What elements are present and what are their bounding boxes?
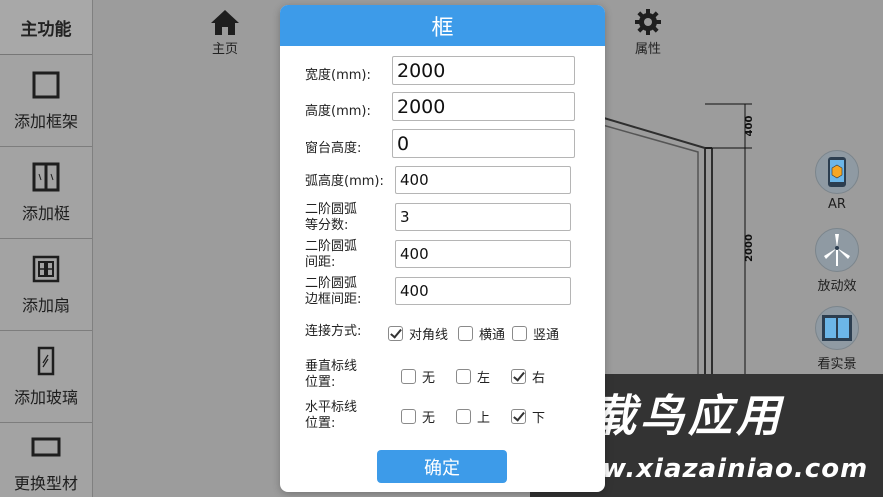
checkbox-checked-icon [511,369,526,384]
sidebar-title: 主功能 [0,0,92,55]
height-input[interactable]: 2000 [392,92,575,121]
sidebar-item-add-frame[interactable]: 添加框架 [0,55,92,147]
vertical-dim-row: 垂直标线 位置: [305,359,357,391]
width-label: 宽度(mm): [305,68,371,83]
height-row: 高度(mm): [305,98,371,126]
arc-height-label: 弧高度(mm): [305,174,384,189]
realview-label: 看实景 [817,357,857,372]
mullion-icon [32,162,60,191]
toolbar-home-label: 主页 [211,42,238,57]
horizontal-dim-row: 水平标线 位置: [305,400,357,432]
frame-dialog: 框 宽度(mm): 2000 高度(mm): 2000 窗台高度: 0 弧高度(… [280,5,605,492]
ar-icon [815,150,859,194]
windmill-icon [815,228,859,272]
arc-divisions-label-1: 二阶圆弧 [305,202,358,217]
dim-label-top: 400 [744,116,755,137]
confirm-button[interactable]: 确定 [377,450,507,483]
connection-diagonal-checkbox[interactable]: 对角线 [388,324,448,343]
arc-spacing-label-2: 间距: [305,255,336,270]
checkbox-icon [401,369,416,384]
checkbox-icon [458,326,473,341]
vertical-dim-left-checkbox[interactable]: 左 [456,367,490,386]
sidebar-item-label: 添加扇 [21,295,70,315]
checkbox-icon [456,409,471,424]
checkbox-label: 横通 [479,328,506,343]
toolbar-home-button[interactable]: 主页 [210,8,240,57]
arc-frame-spacing-label-2: 边框间距: [305,292,362,307]
dialog-title: 框 [280,5,605,46]
sill-row: 窗台高度: [305,135,361,163]
sidebar-item-label: 添加玻璃 [13,387,78,407]
connection-row: 连接方式: [305,323,361,341]
arc-spacing-label-1: 二阶圆弧 [305,239,358,254]
checkbox-checked-icon [511,409,526,424]
checkbox-label: 上 [477,411,491,426]
arc-frame-spacing-label-1: 二阶圆弧 [305,276,358,291]
width-input[interactable]: 2000 [392,56,575,85]
home-icon [211,10,239,35]
checkbox-label: 竖通 [533,328,560,343]
sidebar-item-label: 更换型材 [13,473,78,493]
sidebar-item-add-glass[interactable]: 添加玻璃 [0,331,92,423]
checkbox-label: 右 [532,371,546,386]
checkbox-icon [456,369,471,384]
horizontal-dim-bottom-checkbox[interactable]: 下 [511,407,545,426]
connection-label: 连接方式: [305,324,362,339]
ar-label: AR [828,197,846,212]
width-row: 宽度(mm): [305,62,371,90]
realview-button[interactable]: 看实景 [815,306,859,372]
checkbox-checked-icon [388,326,403,341]
checkbox-label: 下 [532,411,546,426]
toolbar-properties-label: 属性 [634,42,661,57]
vertical-dim-label-1: 垂直标线 [305,359,358,374]
sill-height-input[interactable]: 0 [392,129,575,158]
checkbox-icon [401,409,416,424]
sidebar-item-label: 添加梃 [21,203,70,223]
height-label: 高度(mm): [305,104,371,119]
sidebar-item-add-mullion[interactable]: 添加梃 [0,147,92,239]
window-view-icon [815,306,859,350]
gear-icon [635,9,661,35]
arc-height-row: 弧高度(mm): [305,168,384,196]
toolbar-properties-button[interactable]: 属性 [634,8,662,57]
connection-horizontal-checkbox[interactable]: 横通 [458,324,505,343]
horizontal-dim-top-checkbox[interactable]: 上 [456,407,490,426]
ar-button[interactable]: AR [815,150,859,212]
arc-divisions-label-2: 等分数: [305,218,349,233]
checkbox-label: 左 [477,371,491,386]
arc-spacing-row: 二阶圆弧 间距: [305,239,357,271]
arc-frame-spacing-input[interactable]: 400 [395,277,571,305]
sidebar-item-change-profile[interactable]: 更换型材 [0,423,92,497]
sidebar-item-label: 添加框架 [13,111,78,131]
animation-button[interactable]: 放动效 [815,228,859,294]
arc-divisions-input[interactable]: 3 [395,203,571,231]
arc-spacing-input[interactable]: 400 [395,240,571,268]
checkbox-label: 无 [422,371,436,386]
connection-vertical-checkbox[interactable]: 竖通 [512,324,559,343]
checkbox-icon [512,326,527,341]
horizontal-dim-label-2: 位置: [305,416,336,431]
vertical-dim-label-2: 位置: [305,375,336,390]
horizontal-dim-label-1: 水平标线 [305,400,358,415]
profile-icon [31,437,61,456]
sash-icon [32,255,60,282]
frame-icon [32,71,60,98]
vertical-dim-none-checkbox[interactable]: 无 [401,367,435,386]
arc-divisions-row: 二阶圆弧 等分数: [305,202,357,234]
checkbox-label: 对角线 [409,328,449,343]
animation-label: 放动效 [817,279,857,294]
sill-label: 窗台高度: [305,141,362,156]
dim-label-right: 2000 [744,234,755,262]
vertical-dim-right-checkbox[interactable]: 右 [511,367,545,386]
checkbox-label: 无 [422,411,436,426]
arc-height-input[interactable]: 400 [395,166,571,194]
sidebar-item-add-sash[interactable]: 添加扇 [0,239,92,331]
sidebar: 主功能 添加框架 添加梃 添加扇 添加玻璃 更换型材 [0,0,93,497]
arc-frame-spacing-row: 二阶圆弧 边框间距: [305,276,361,308]
horizontal-dim-none-checkbox[interactable]: 无 [401,407,435,426]
glass-icon [37,346,55,375]
